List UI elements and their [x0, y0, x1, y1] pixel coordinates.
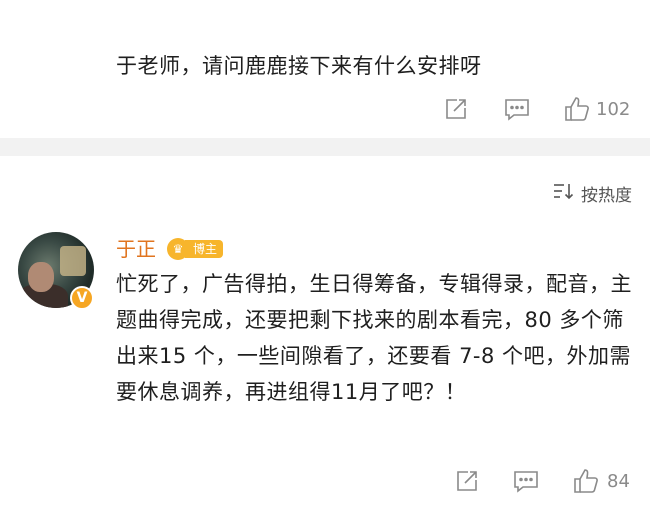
top-like-button[interactable]: 102 — [564, 96, 630, 122]
sort-icon — [553, 182, 581, 205]
blogger-badge-label: 博主 — [185, 240, 224, 258]
comment-icon — [504, 97, 530, 121]
share-icon — [455, 469, 479, 493]
reply-text: 忙死了，广告得拍，生日得筹备，专辑得录，配音，主题曲得完成，还要把剩下找来的剧本… — [116, 272, 632, 404]
reply-like-button[interactable]: 84 — [573, 468, 630, 494]
top-comment-button[interactable] — [504, 97, 530, 121]
top-comment-actions: 102 — [444, 96, 630, 122]
top-share-button[interactable] — [444, 97, 468, 121]
top-comment-text: 于老师，请问鹿鹿接下来有什么安排呀 — [116, 54, 482, 78]
thumbs-up-icon — [573, 468, 599, 494]
comment-icon — [513, 469, 539, 493]
reply-share-button[interactable] — [455, 469, 479, 493]
sort-label: 按热度 — [581, 186, 632, 206]
top-comment-card: 于老师，请问鹿鹿接下来有什么安排呀 102 — [0, 0, 650, 138]
reply-like-count: 84 — [607, 470, 630, 492]
thumbs-up-icon — [564, 96, 590, 122]
reply-username[interactable]: 于正 — [116, 233, 156, 262]
reply-actions: 84 — [455, 468, 630, 494]
verified-badge-icon: V — [70, 286, 94, 310]
reply-comment-button[interactable] — [513, 469, 539, 493]
section-divider — [0, 138, 650, 156]
share-icon — [444, 97, 468, 121]
sort-toggle[interactable]: 按热度 — [553, 181, 632, 206]
top-like-count: 102 — [596, 98, 631, 120]
blogger-badge: ♛ 博主 — [167, 238, 224, 260]
